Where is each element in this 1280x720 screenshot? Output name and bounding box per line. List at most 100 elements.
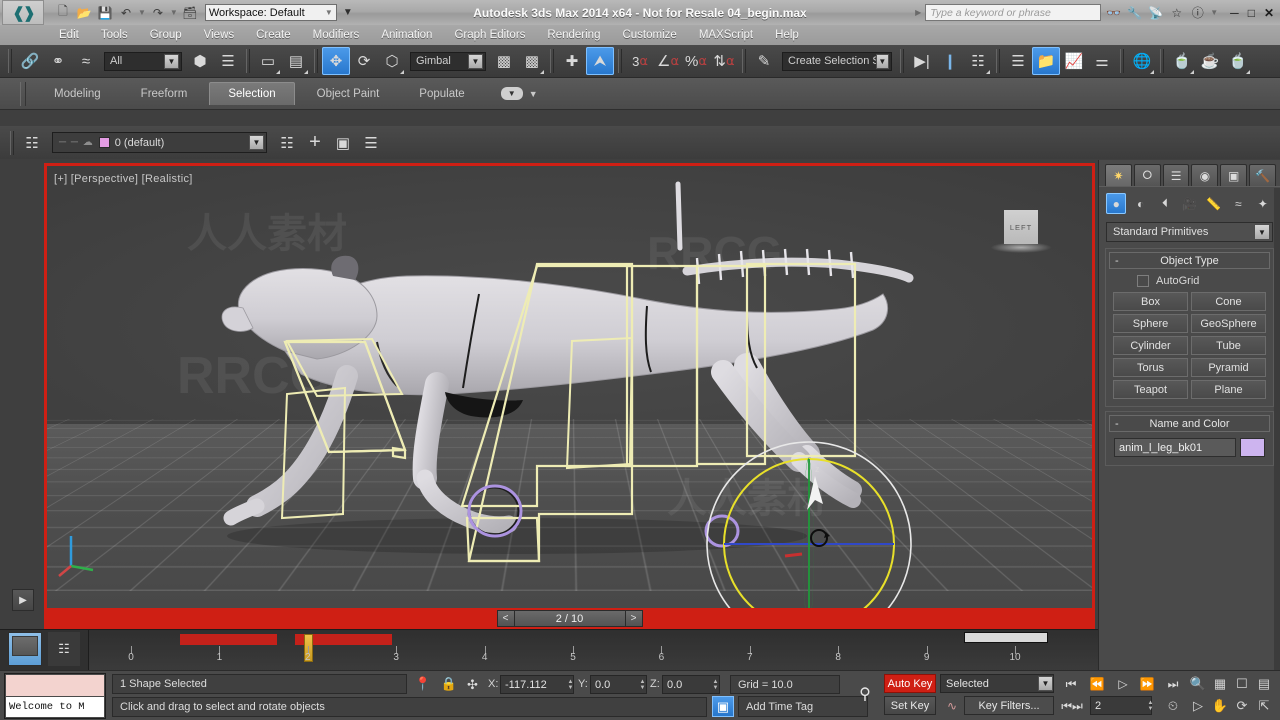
material-editor-icon[interactable]: ⚌ bbox=[1088, 47, 1116, 75]
auto-key-button[interactable]: Auto Key bbox=[884, 674, 936, 693]
play-animation-icon[interactable]: ▷ bbox=[1112, 675, 1134, 693]
star-icon[interactable]: ☆ bbox=[1168, 4, 1185, 21]
utilities-tab[interactable]: 🔨 bbox=[1249, 164, 1276, 186]
viewport[interactable]: RRCG RRCG 人人素材 人人素材 bbox=[44, 163, 1095, 629]
layer-toolbar-grip[interactable] bbox=[10, 130, 14, 155]
ribbon-options-icon[interactable]: ▼ bbox=[529, 89, 538, 99]
maximize-button[interactable]: □ bbox=[1248, 6, 1255, 20]
key-mode-toggle-icon[interactable]: ⏮⏭ bbox=[1060, 697, 1084, 715]
render-production-icon[interactable]: ☕ bbox=[1196, 47, 1224, 75]
menu-item-graph-editors[interactable]: Graph Editors bbox=[443, 28, 536, 42]
maxscript-output-pane[interactable]: Welcome to M bbox=[6, 697, 104, 717]
named-selection-set-dropdown[interactable]: Create Selection Set ▼ bbox=[782, 51, 892, 71]
geosphere-button[interactable]: GeoSphere bbox=[1191, 314, 1266, 333]
zoom-all-icon[interactable]: ▦ bbox=[1210, 675, 1230, 693]
select-object-icon[interactable]: ⬢ bbox=[186, 47, 214, 75]
edit-named-selection-icon[interactable]: ✎ bbox=[750, 47, 778, 75]
current-frame-spinner[interactable]: ▲ ▼ bbox=[1146, 697, 1155, 714]
open-file-icon[interactable]: 📂 bbox=[75, 4, 93, 22]
select-and-move-icon[interactable]: ✥ bbox=[322, 47, 350, 75]
graphite-tools-icon[interactable]: ☰ bbox=[1004, 47, 1032, 75]
zoom-extents-icon[interactable]: ☐ bbox=[1232, 675, 1252, 693]
plane-button[interactable]: Plane bbox=[1191, 380, 1266, 399]
cylinder-button[interactable]: Cylinder bbox=[1113, 336, 1188, 355]
tab-freeform[interactable]: Freeform bbox=[123, 83, 206, 105]
selection-filter-dropdown[interactable]: All ▼ bbox=[104, 51, 182, 71]
select-and-rotate-icon[interactable]: ⟳ bbox=[350, 47, 378, 75]
go-to-start-icon[interactable]: ⏮ bbox=[1060, 675, 1082, 693]
field-of-view-icon[interactable]: ▷ bbox=[1188, 697, 1208, 715]
undo-dropdown-arrow-icon[interactable]: ▼ bbox=[138, 8, 146, 17]
save-icon[interactable]: 💾 bbox=[96, 4, 114, 22]
view-cube-face[interactable]: LEFT bbox=[1004, 210, 1038, 244]
redo-icon[interactable]: ↷ bbox=[149, 4, 167, 22]
collapse-icon[interactable]: - bbox=[1115, 418, 1119, 430]
pan-icon[interactable]: ✋ bbox=[1210, 697, 1230, 715]
redo-dropdown-arrow-icon[interactable]: ▼ bbox=[170, 8, 178, 17]
window-crossing-icon[interactable]: ▤ bbox=[282, 47, 310, 75]
create-tab[interactable]: ✷ bbox=[1105, 164, 1132, 186]
add-to-layer-icon[interactable]: + bbox=[301, 129, 329, 157]
minimize-button[interactable]: ─ bbox=[1230, 6, 1239, 20]
rect-select-region-icon[interactable]: ▭ bbox=[254, 47, 282, 75]
x-field[interactable]: -117.112 bbox=[500, 675, 574, 694]
next-frame-button[interactable]: > bbox=[624, 610, 643, 627]
render-iterative-icon[interactable]: 🍵 bbox=[1224, 47, 1252, 75]
toolbar-grip[interactable] bbox=[8, 49, 12, 73]
z-spinner[interactable]: ▲ ▼ bbox=[711, 676, 720, 693]
spinner-snap-icon[interactable]: ⇅ ⍺ bbox=[710, 47, 738, 75]
menu-item-group[interactable]: Group bbox=[139, 28, 193, 42]
track-bar-scrollbar[interactable] bbox=[964, 632, 1048, 643]
select-and-scale-icon[interactable]: ⬡ bbox=[378, 47, 406, 75]
cameras-category-icon[interactable]: 🎥 bbox=[1179, 193, 1199, 214]
cone-button[interactable]: Cone bbox=[1191, 292, 1266, 311]
subcategory-dropdown[interactable]: Standard Primitives ▼ bbox=[1106, 222, 1273, 242]
space-warps-category-icon[interactable]: ≈ bbox=[1228, 193, 1248, 214]
help-icon[interactable]: ⓘ bbox=[1189, 4, 1206, 21]
torus-button[interactable]: Torus bbox=[1113, 358, 1188, 377]
menu-item-create[interactable]: Create bbox=[245, 28, 302, 42]
time-configuration-icon[interactable]: ⏲ bbox=[1162, 697, 1184, 715]
next-frame-icon[interactable]: ⏩ bbox=[1136, 675, 1158, 693]
menu-item-views[interactable]: Views bbox=[193, 28, 245, 42]
viewport-canvas[interactable]: RRCG RRCG 人人素材 人人素材 bbox=[47, 166, 1092, 626]
workspace-overflow-icon[interactable]: ▼ bbox=[343, 7, 353, 18]
set-current-layer-icon[interactable]: ☰ bbox=[357, 129, 385, 157]
menu-item-modifiers[interactable]: Modifiers bbox=[302, 28, 371, 42]
maxscript-input-pane[interactable] bbox=[6, 675, 104, 696]
project-folder-icon[interactable]: 🗃 bbox=[181, 4, 199, 22]
rendered-frame-window-icon[interactable]: 🍵 bbox=[1168, 47, 1196, 75]
undo-icon[interactable]: ↶ bbox=[117, 4, 135, 22]
unlink-icon[interactable]: ⚭ bbox=[44, 47, 72, 75]
sphere-button[interactable]: Sphere bbox=[1113, 314, 1188, 333]
zoom-icon[interactable]: 🔍 bbox=[1188, 675, 1208, 693]
help-dropdown-icon[interactable]: ▼ bbox=[1210, 8, 1218, 17]
set-key-button[interactable]: Set Key bbox=[884, 696, 936, 715]
viewport-label[interactable]: [+] [Perspective] [Realistic] bbox=[54, 173, 193, 185]
time-tag-icon[interactable]: ▣ bbox=[712, 696, 734, 717]
layer-manager-icon[interactable]: ☷ bbox=[964, 47, 992, 75]
orbit-icon[interactable]: ⟳ bbox=[1232, 697, 1252, 715]
mirror-icon[interactable]: ▶| bbox=[908, 47, 936, 75]
wrench-icon[interactable]: 🔧 bbox=[1126, 4, 1143, 21]
search-input[interactable]: Type a keyword or phrase bbox=[925, 4, 1102, 21]
time-slider-widget[interactable]: < 2 / 10 > bbox=[496, 610, 643, 627]
snaps-toggle-icon[interactable]: ⮝ bbox=[586, 47, 614, 75]
time-slider-bar[interactable]: < 2 / 10 > bbox=[44, 608, 1095, 629]
tab-selection[interactable]: Selection bbox=[209, 82, 295, 105]
satellite-icon[interactable]: 📡 bbox=[1147, 4, 1164, 21]
angle-snap-icon[interactable]: ∠ ⍺ bbox=[654, 47, 682, 75]
pyramid-button[interactable]: Pyramid bbox=[1191, 358, 1266, 377]
x-spinner[interactable]: ▲ ▼ bbox=[566, 676, 575, 693]
add-time-tag[interactable]: Add Time Tag bbox=[738, 696, 868, 717]
previous-frame-button[interactable]: < bbox=[496, 610, 515, 627]
select-objects-in-layer-icon[interactable]: ▣ bbox=[329, 129, 357, 157]
key-filter-curve-icon[interactable]: ∿ bbox=[944, 697, 960, 714]
current-frame-readout[interactable]: 2 / 10 bbox=[514, 610, 625, 627]
viewport-expand-button[interactable]: ▶ bbox=[12, 589, 34, 611]
layer-dropdown[interactable]: ─ ─ ☁ 0 (default) ▼ bbox=[52, 132, 267, 153]
infocenter-expand-icon[interactable]: ▶ bbox=[915, 8, 921, 17]
menu-item-help[interactable]: Help bbox=[764, 28, 810, 42]
object-name-field[interactable]: anim_l_leg_bk01 bbox=[1114, 438, 1236, 457]
display-tab[interactable]: ▣ bbox=[1220, 164, 1248, 186]
